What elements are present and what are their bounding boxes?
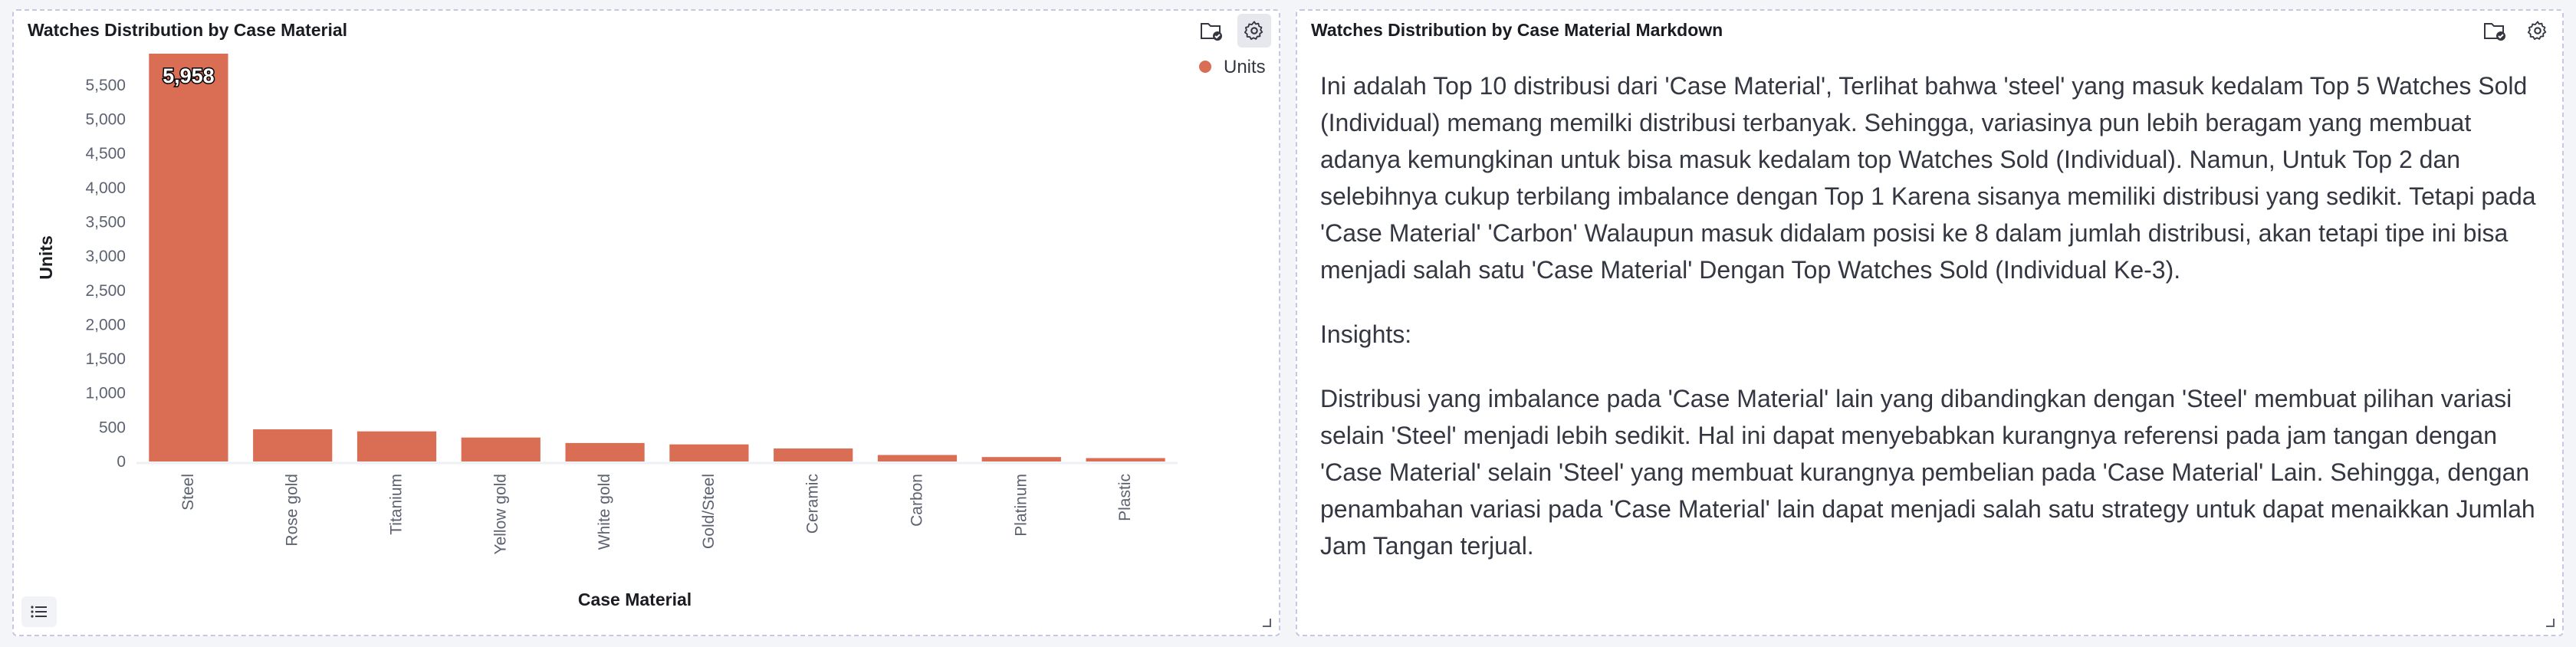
y-tick-label: 5,500 [85,77,126,94]
folder-check-icon[interactable] [2478,14,2512,48]
y-tick-label: 1,500 [85,350,126,368]
legend-swatch [1199,61,1211,73]
x-tick-label: Steel [179,474,197,511]
markdown-insights-heading: Insights: [1320,320,1412,348]
chart-panel: 0 500 1,000 1,500 2,000 2,500 3,000 3,500 4,000 4… [12,9,1280,636]
bar-chart: 0 500 1,000 1,500 2,000 2,500 3,000 3,500 4,000 4… [36,54,1266,609]
x-tick-label: Yellow gold [491,474,509,554]
bar [669,444,749,461]
bar [461,437,540,461]
markdown-panel-title: Watches Distribution by Case Material Ma… [1311,20,1723,40]
y-tick-label: 2,000 [85,316,126,333]
y-tick-label: 4,000 [85,179,126,197]
y-tick-label: 4,500 [85,145,126,163]
y-tick-label: 1,000 [85,385,126,402]
markdown-paragraph: Distribusi yang imbalance pada 'Case Mat… [1320,385,2535,560]
y-axis-title: Units [36,235,56,280]
x-tick-label: Titanium [388,474,406,535]
y-tick-label: 5,000 [85,111,126,129]
x-tick-label: Gold/Steel [700,474,718,549]
bar [877,455,958,461]
x-tick-label: Ceramic [804,474,822,534]
data-label: 5,958 [163,64,215,87]
bar [149,54,228,461]
y-tick-label: 500 [99,419,126,436]
bar [356,431,437,461]
bar [253,429,333,461]
x-tick-label: Plastic [1116,474,1134,521]
x-axis-title: Case Material [578,590,692,609]
folder-check-icon[interactable] [1194,14,1228,48]
gear-icon[interactable] [1237,14,1271,48]
gear-icon[interactable] [2521,14,2555,48]
resize-icon[interactable] [2544,616,2555,627]
x-tick-label: Rose gold [284,474,301,547]
legend-label: Units [1224,57,1266,77]
markdown-panel-actions [2478,14,2555,48]
markdown-body: Ini adalah Top 10 distribusi dari 'Case … [1320,67,2547,592]
y-tick-label: 0 [117,453,126,471]
bar [981,457,1061,461]
markdown-paragraph: Ini adalah Top 10 distribusi dari 'Case … [1320,72,2536,284]
bar [774,448,853,461]
x-tick-label: White gold [596,474,613,550]
chart-panel-actions [1194,14,1271,48]
x-tick-label: Carbon [909,474,926,527]
resize-icon[interactable] [1260,616,1271,627]
bar [565,442,645,461]
x-tick-label: Platinum [1012,474,1030,537]
markdown-panel: Watches Distribution by Case Material Ma… [1296,9,2564,636]
y-tick-label: 3,500 [85,213,126,231]
bar [1086,458,1165,461]
y-tick-label: 3,000 [85,248,126,265]
list-icon[interactable] [21,596,57,627]
chart-panel-title: Watches Distribution by Case Material [28,20,348,40]
y-tick-label: 2,500 [85,282,126,300]
